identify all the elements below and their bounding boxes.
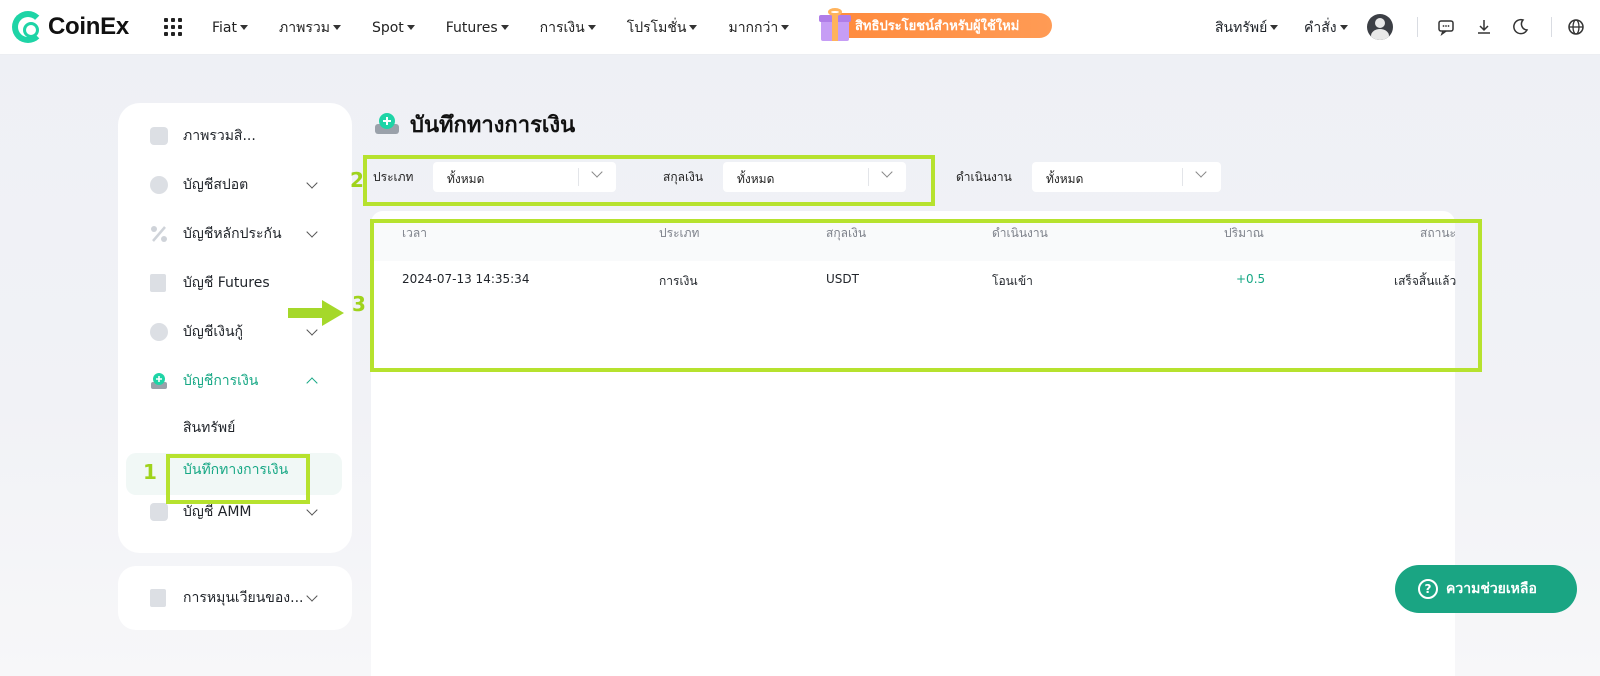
- annotation-box-1: [166, 454, 310, 504]
- sidebar-item-label: ภาพรวมสิ...: [183, 128, 256, 144]
- nav-spot[interactable]: Spot: [372, 20, 415, 36]
- sidebar-item-label: บัญชีสปอต: [183, 177, 249, 193]
- top-header: CoinEx Fiat ภาพรวม Spot Futures การเงิน …: [0, 0, 1600, 55]
- question-icon: ?: [1418, 579, 1438, 599]
- divider: [1182, 168, 1183, 186]
- operation-filter-label: ดำเนินงาน: [956, 170, 1012, 184]
- caret-down-icon: [781, 25, 790, 30]
- promo-label: สิทธิประโยชน์สำหรับผู้ใช้ใหม่: [829, 13, 1052, 38]
- spot-icon: [150, 176, 168, 194]
- nav-fiat[interactable]: Fiat: [212, 20, 248, 36]
- sidebar-item-label: การหมุนเวียนของ...: [183, 590, 304, 606]
- chevron-down-icon: [1195, 166, 1207, 178]
- chevron-down-icon: [306, 177, 318, 189]
- new-user-promo-banner[interactable]: สิทธิประโยชน์สำหรับผู้ใช้ใหม่: [819, 8, 1052, 41]
- sidebar-bottom-card: การหมุนเวียนของ...: [118, 566, 352, 630]
- sidebar-item-finance-account[interactable]: บัญชีการเงิน: [118, 361, 352, 401]
- chevron-down-icon: [306, 504, 318, 516]
- caret-down-icon: [332, 25, 341, 30]
- caret-down-icon: [689, 25, 698, 30]
- nav-promotions[interactable]: โปรโมชั่น: [627, 17, 698, 39]
- assets-menu[interactable]: สินทรัพย์: [1215, 0, 1279, 55]
- message-icon[interactable]: [1436, 17, 1456, 37]
- nav-futures[interactable]: Futures: [446, 20, 509, 36]
- nav-overview-label: ภาพรวม: [279, 19, 330, 36]
- sidebar-item-margin-account[interactable]: บัญชีหลักประกัน: [118, 214, 352, 254]
- sidebar-item-turnover[interactable]: การหมุนเวียนของ...: [118, 578, 352, 618]
- futures-icon: [150, 274, 166, 292]
- divider: [1417, 17, 1418, 37]
- caret-down-icon: [240, 25, 248, 30]
- annotation-box-2: [363, 155, 935, 206]
- caret-down-icon: [1270, 25, 1279, 30]
- gift-icon: [819, 7, 851, 41]
- user-avatar[interactable]: [1367, 14, 1393, 40]
- caret-down-icon: [587, 25, 596, 30]
- page-title: บันทึกทางการเงิน: [410, 113, 576, 138]
- document-icon: [150, 589, 166, 607]
- annotation-arrow-right-icon: [288, 300, 344, 326]
- dark-mode-moon-icon[interactable]: [1510, 17, 1530, 37]
- nav-promotions-label: โปรโมชั่น: [626, 19, 687, 36]
- caret-down-icon: [1339, 25, 1348, 30]
- finance-icon: [150, 372, 168, 390]
- download-icon[interactable]: [1474, 17, 1494, 37]
- chevron-up-icon: [306, 377, 318, 389]
- sidebar-item-futures-account[interactable]: บัญชี Futures: [118, 263, 352, 303]
- amm-icon: [150, 503, 168, 521]
- apps-grid-icon[interactable]: [164, 18, 182, 36]
- sidebar-item-label: บัญชี Futures: [183, 275, 270, 291]
- caret-down-icon: [500, 25, 509, 30]
- annotation-number-3: 3: [352, 292, 366, 316]
- sidebar-item-label: บัญชีการเงิน: [183, 373, 259, 389]
- overview-icon: [150, 127, 168, 145]
- nav-fiat-label: Fiat: [212, 19, 237, 36]
- language-globe-icon[interactable]: [1566, 17, 1586, 37]
- assets-menu-label: สินทรัพย์: [1215, 19, 1268, 36]
- orders-menu[interactable]: คำสั่ง: [1304, 0, 1348, 55]
- sidebar-item-label: บัญชี AMM: [183, 504, 252, 520]
- annotation-box-3: [370, 219, 1482, 372]
- divider: [1551, 17, 1552, 37]
- chevron-down-icon: [306, 324, 318, 336]
- help-button[interactable]: ? ความช่วยเหลือ: [1395, 565, 1577, 613]
- chevron-down-icon: [306, 590, 318, 602]
- finance-records-icon: [375, 113, 399, 134]
- sidebar-subitem-assets[interactable]: สินทรัพย์: [183, 417, 235, 439]
- nav-finance-label: การเงิน: [539, 19, 585, 36]
- nav-finance[interactable]: การเงิน: [540, 17, 596, 39]
- nav-more-label: มากกว่า: [728, 19, 779, 36]
- coinex-logo-mark-icon: [12, 11, 44, 43]
- coinex-logo[interactable]: CoinEx: [12, 11, 129, 43]
- nav-overview[interactable]: ภาพรวม: [279, 17, 341, 39]
- annotation-number-1: 1: [143, 460, 157, 484]
- logo-text: CoinEx: [48, 13, 129, 40]
- annotation-number-2: 2: [350, 168, 364, 192]
- chevron-down-icon: [306, 226, 318, 238]
- sidebar-item-label: บัญชีเงินกู้: [183, 324, 243, 340]
- sidebar-item-spot-account[interactable]: บัญชีสปอต: [118, 165, 352, 205]
- operation-filter-value: ทั้งหมด: [1046, 172, 1084, 186]
- main-nav: Fiat ภาพรวม Spot Futures การเงิน โปรโมชั…: [212, 0, 820, 55]
- orders-menu-label: คำสั่ง: [1304, 19, 1337, 36]
- loan-icon: [150, 323, 168, 341]
- sidebar-item-asset-overview[interactable]: ภาพรวมสิ...: [118, 116, 352, 156]
- margin-icon: [150, 225, 168, 243]
- nav-more[interactable]: มากกว่า: [728, 17, 790, 39]
- sidebar-item-label: บัญชีหลักประกัน: [183, 226, 282, 242]
- caret-down-icon: [406, 25, 415, 30]
- nav-spot-label: Spot: [371, 19, 404, 36]
- nav-futures-label: Futures: [445, 19, 498, 36]
- operation-filter-select[interactable]: ทั้งหมด: [1032, 162, 1221, 192]
- help-button-label: ความช่วยเหลือ: [1446, 581, 1537, 597]
